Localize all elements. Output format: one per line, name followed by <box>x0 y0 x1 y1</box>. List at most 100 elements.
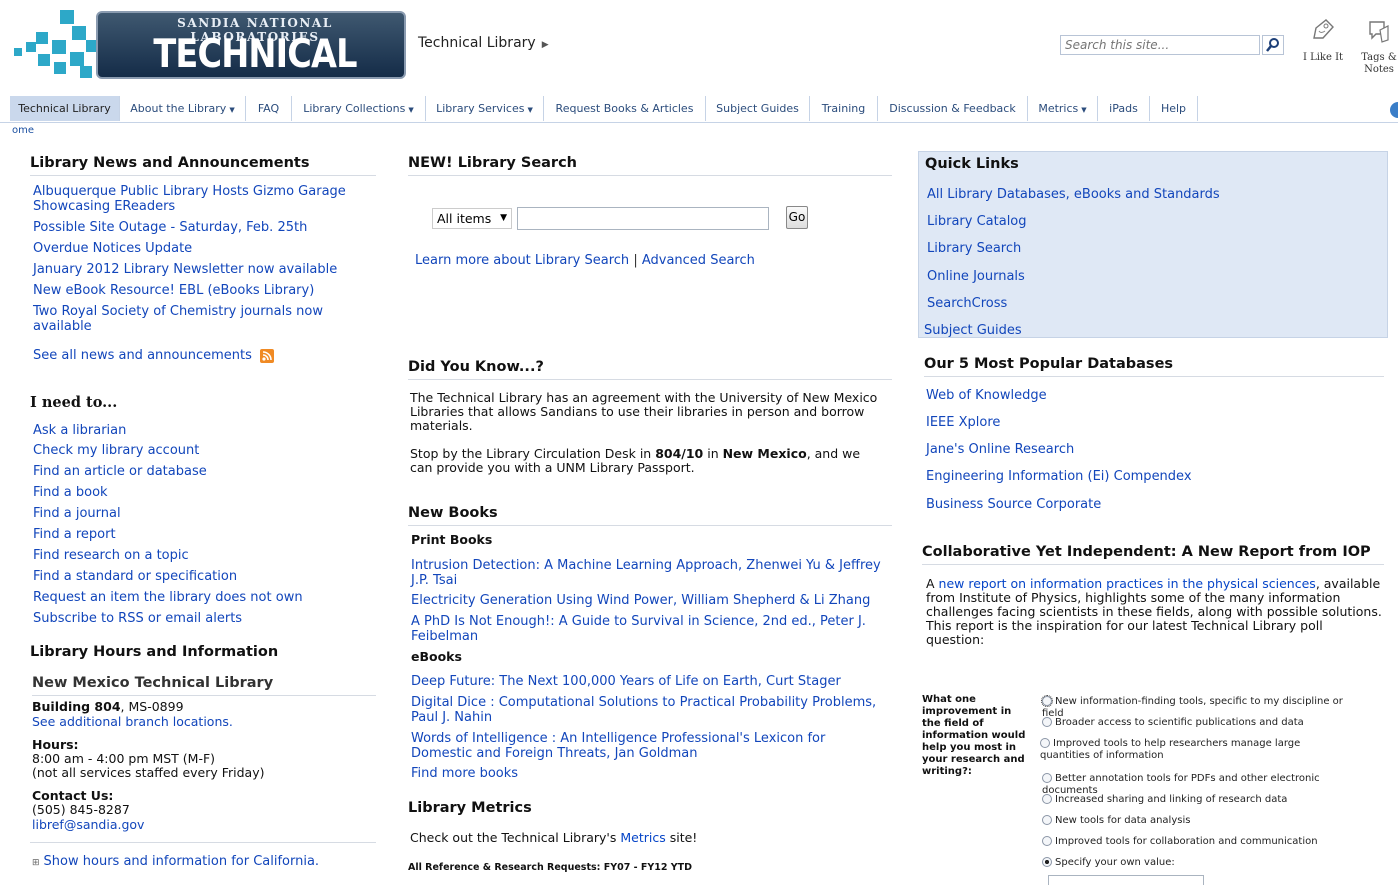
search-go-button[interactable]: Go <box>786 206 808 229</box>
show-california-link[interactable]: ⊞ Show hours and information for Californ… <box>32 854 319 871</box>
quick-link[interactable]: All Library Databases, eBooks and Standa… <box>927 187 1220 202</box>
logo-pixel <box>36 32 48 44</box>
search-button[interactable] <box>1262 35 1284 55</box>
branch-locations-link[interactable]: See additional branch locations. <box>32 714 233 729</box>
news-item[interactable]: Possible Site Outage - Saturday, Feb. 25… <box>33 220 363 235</box>
radio-button[interactable] <box>1042 773 1052 783</box>
ineed-item[interactable]: Ask a librarian <box>33 423 126 438</box>
ebook-link[interactable]: Digital Dice : Computational Solutions t… <box>411 695 893 725</box>
advanced-search-link[interactable]: Advanced Search <box>642 253 755 268</box>
tags-notes-icon <box>1369 21 1389 43</box>
radio-button[interactable] <box>1042 836 1052 846</box>
nav-ipads[interactable]: iPads <box>1098 96 1150 121</box>
poll-option[interactable]: Improved tools for collaboration and com… <box>1042 836 1362 848</box>
nav-technical-library[interactable]: Technical Library <box>10 96 120 121</box>
i-like-it-button[interactable]: I Like It <box>1300 18 1346 64</box>
nav-training[interactable]: Training <box>810 96 878 121</box>
text-bold: New Mexico <box>722 446 807 461</box>
nav-faq[interactable]: FAQ <box>246 96 292 121</box>
sub-breadcrumb[interactable]: ome <box>12 125 34 136</box>
database-link[interactable]: IEEE Xplore <box>926 415 1000 430</box>
iop-text: A new report on information practices in… <box>926 577 1382 647</box>
poll-option[interactable]: New tools for data analysis <box>1042 815 1362 827</box>
tags-notes-label-2: Notes <box>1364 64 1394 75</box>
rss-icon[interactable] <box>260 348 275 363</box>
expand-icon[interactable]: ⊞ <box>32 858 40 868</box>
i-need-to-heading: I need to... <box>30 394 118 411</box>
database-link[interactable]: Web of Knowledge <box>926 388 1047 403</box>
ineed-item[interactable]: Find a journal <box>33 506 121 521</box>
divider <box>30 842 376 843</box>
ineed-item[interactable]: Find an article or database <box>33 464 207 479</box>
radio-button[interactable] <box>1042 815 1052 825</box>
news-item[interactable]: New eBook Resource! EBL (eBooks Library) <box>33 283 363 298</box>
book-link[interactable]: Intrusion Detection: A Machine Learning … <box>411 558 889 588</box>
ineed-item[interactable]: Find a report <box>33 527 116 542</box>
breadcrumb-item[interactable]: Technical Library <box>418 35 536 51</box>
metrics-link[interactable]: Metrics <box>620 830 665 845</box>
poll-option[interactable]: Specify your own value: <box>1042 857 1362 869</box>
nav-label: Library Collections <box>303 102 406 115</box>
ineed-item[interactable]: Check my library account <box>33 443 199 458</box>
did-you-know-text-2: Stop by the Library Circulation Desk in … <box>410 447 880 475</box>
ineed-item[interactable]: Find research on a topic <box>33 548 189 563</box>
contact-email[interactable]: libref@sandia.gov <box>32 817 144 832</box>
nav-library-collections[interactable]: Library Collections ▼ <box>292 96 426 121</box>
news-item[interactable]: Overdue Notices Update <box>33 241 363 256</box>
learn-more-link[interactable]: Learn more about Library Search <box>415 253 629 268</box>
radio-button[interactable] <box>1041 695 1053 707</box>
database-link[interactable]: Jane's Online Research <box>926 442 1074 457</box>
news-item[interactable]: Albuquerque Public Library Hosts Gizmo G… <box>33 184 363 214</box>
tags-notes-button[interactable]: Tags & Notes <box>1356 18 1398 76</box>
show-california-label: Show hours and information for Californi… <box>43 854 320 869</box>
radio-button[interactable] <box>1042 794 1052 804</box>
site-search-input[interactable] <box>1060 35 1260 55</box>
hours-heading: Library Hours and Information <box>30 644 279 660</box>
breadcrumb[interactable]: Technical Library ▶ <box>418 35 549 51</box>
site-logo[interactable]: SANDIA NATIONAL LABORATORIES TECHNICAL L… <box>14 10 408 122</box>
see-all-news-link[interactable]: See all news and announcements <box>33 348 373 363</box>
text-bold: 804/10 <box>655 446 704 461</box>
book-link[interactable]: A PhD Is Not Enough!: A Guide to Surviva… <box>411 614 889 644</box>
book-link[interactable]: Electricity Generation Using Wind Power,… <box>411 593 889 608</box>
nav-request-books[interactable]: Request Books & Articles <box>544 96 706 121</box>
radio-button[interactable] <box>1040 738 1050 748</box>
nav-about[interactable]: About the Library ▼ <box>120 96 246 121</box>
news-item[interactable]: Two Royal Society of Chemistry journals … <box>33 304 343 334</box>
radio-button-selected[interactable] <box>1042 857 1052 867</box>
nav-subject-guides[interactable]: Subject Guides <box>706 96 810 121</box>
nav-help[interactable]: Help <box>1150 96 1198 121</box>
search-scope-select[interactable]: All items ▼ <box>432 208 512 229</box>
find-more-books-link[interactable]: Find more books <box>411 766 518 781</box>
news-item[interactable]: January 2012 Library Newsletter now avai… <box>33 262 363 277</box>
nav-library-services[interactable]: Library Services ▼ <box>426 96 544 121</box>
poll-option[interactable]: Increased sharing and linking of researc… <box>1042 794 1362 806</box>
own-value-input[interactable] <box>1048 875 1204 885</box>
database-link[interactable]: Business Source Corporate <box>926 497 1101 512</box>
library-search-input[interactable] <box>517 207 769 230</box>
nav-discussion-feedback[interactable]: Discussion & Feedback <box>878 96 1028 121</box>
ebook-link[interactable]: Words of Intelligence : An Intelligence … <box>411 731 889 761</box>
building-mailstop: , MS-0899 <box>120 699 184 714</box>
poll-option[interactable]: Improved tools to help researchers manag… <box>1040 738 1350 762</box>
breadcrumb-arrow-icon[interactable]: ▶ <box>542 40 549 50</box>
nav-metrics[interactable]: Metrics ▼ <box>1028 96 1098 121</box>
nav-label: Metrics <box>1038 102 1079 115</box>
nav-label: About the Library <box>130 102 227 115</box>
quick-link[interactable]: SearchCross <box>927 296 1007 311</box>
logo-pixel <box>72 26 86 40</box>
poll-option[interactable]: Broader access to scientific publication… <box>1042 717 1352 729</box>
radio-button[interactable] <box>1042 717 1052 727</box>
ineed-item[interactable]: Request an item the library does not own <box>33 590 303 605</box>
quick-link[interactable]: Subject Guides <box>924 323 1022 338</box>
nav-label: iPads <box>1109 102 1138 115</box>
quick-link[interactable]: Library Search <box>927 241 1021 256</box>
ineed-item[interactable]: Find a book <box>33 485 108 500</box>
quick-link[interactable]: Library Catalog <box>927 214 1027 229</box>
quick-link[interactable]: Online Journals <box>927 269 1025 284</box>
iop-report-link[interactable]: new report on information practices in t… <box>939 576 1316 591</box>
database-link[interactable]: Engineering Information (Ei) Compendex <box>926 469 1192 484</box>
ebook-link[interactable]: Deep Future: The Next 100,000 Years of L… <box>411 674 889 689</box>
ineed-item[interactable]: Find a standard or specification <box>33 569 237 584</box>
ineed-item[interactable]: Subscribe to RSS or email alerts <box>33 611 242 626</box>
